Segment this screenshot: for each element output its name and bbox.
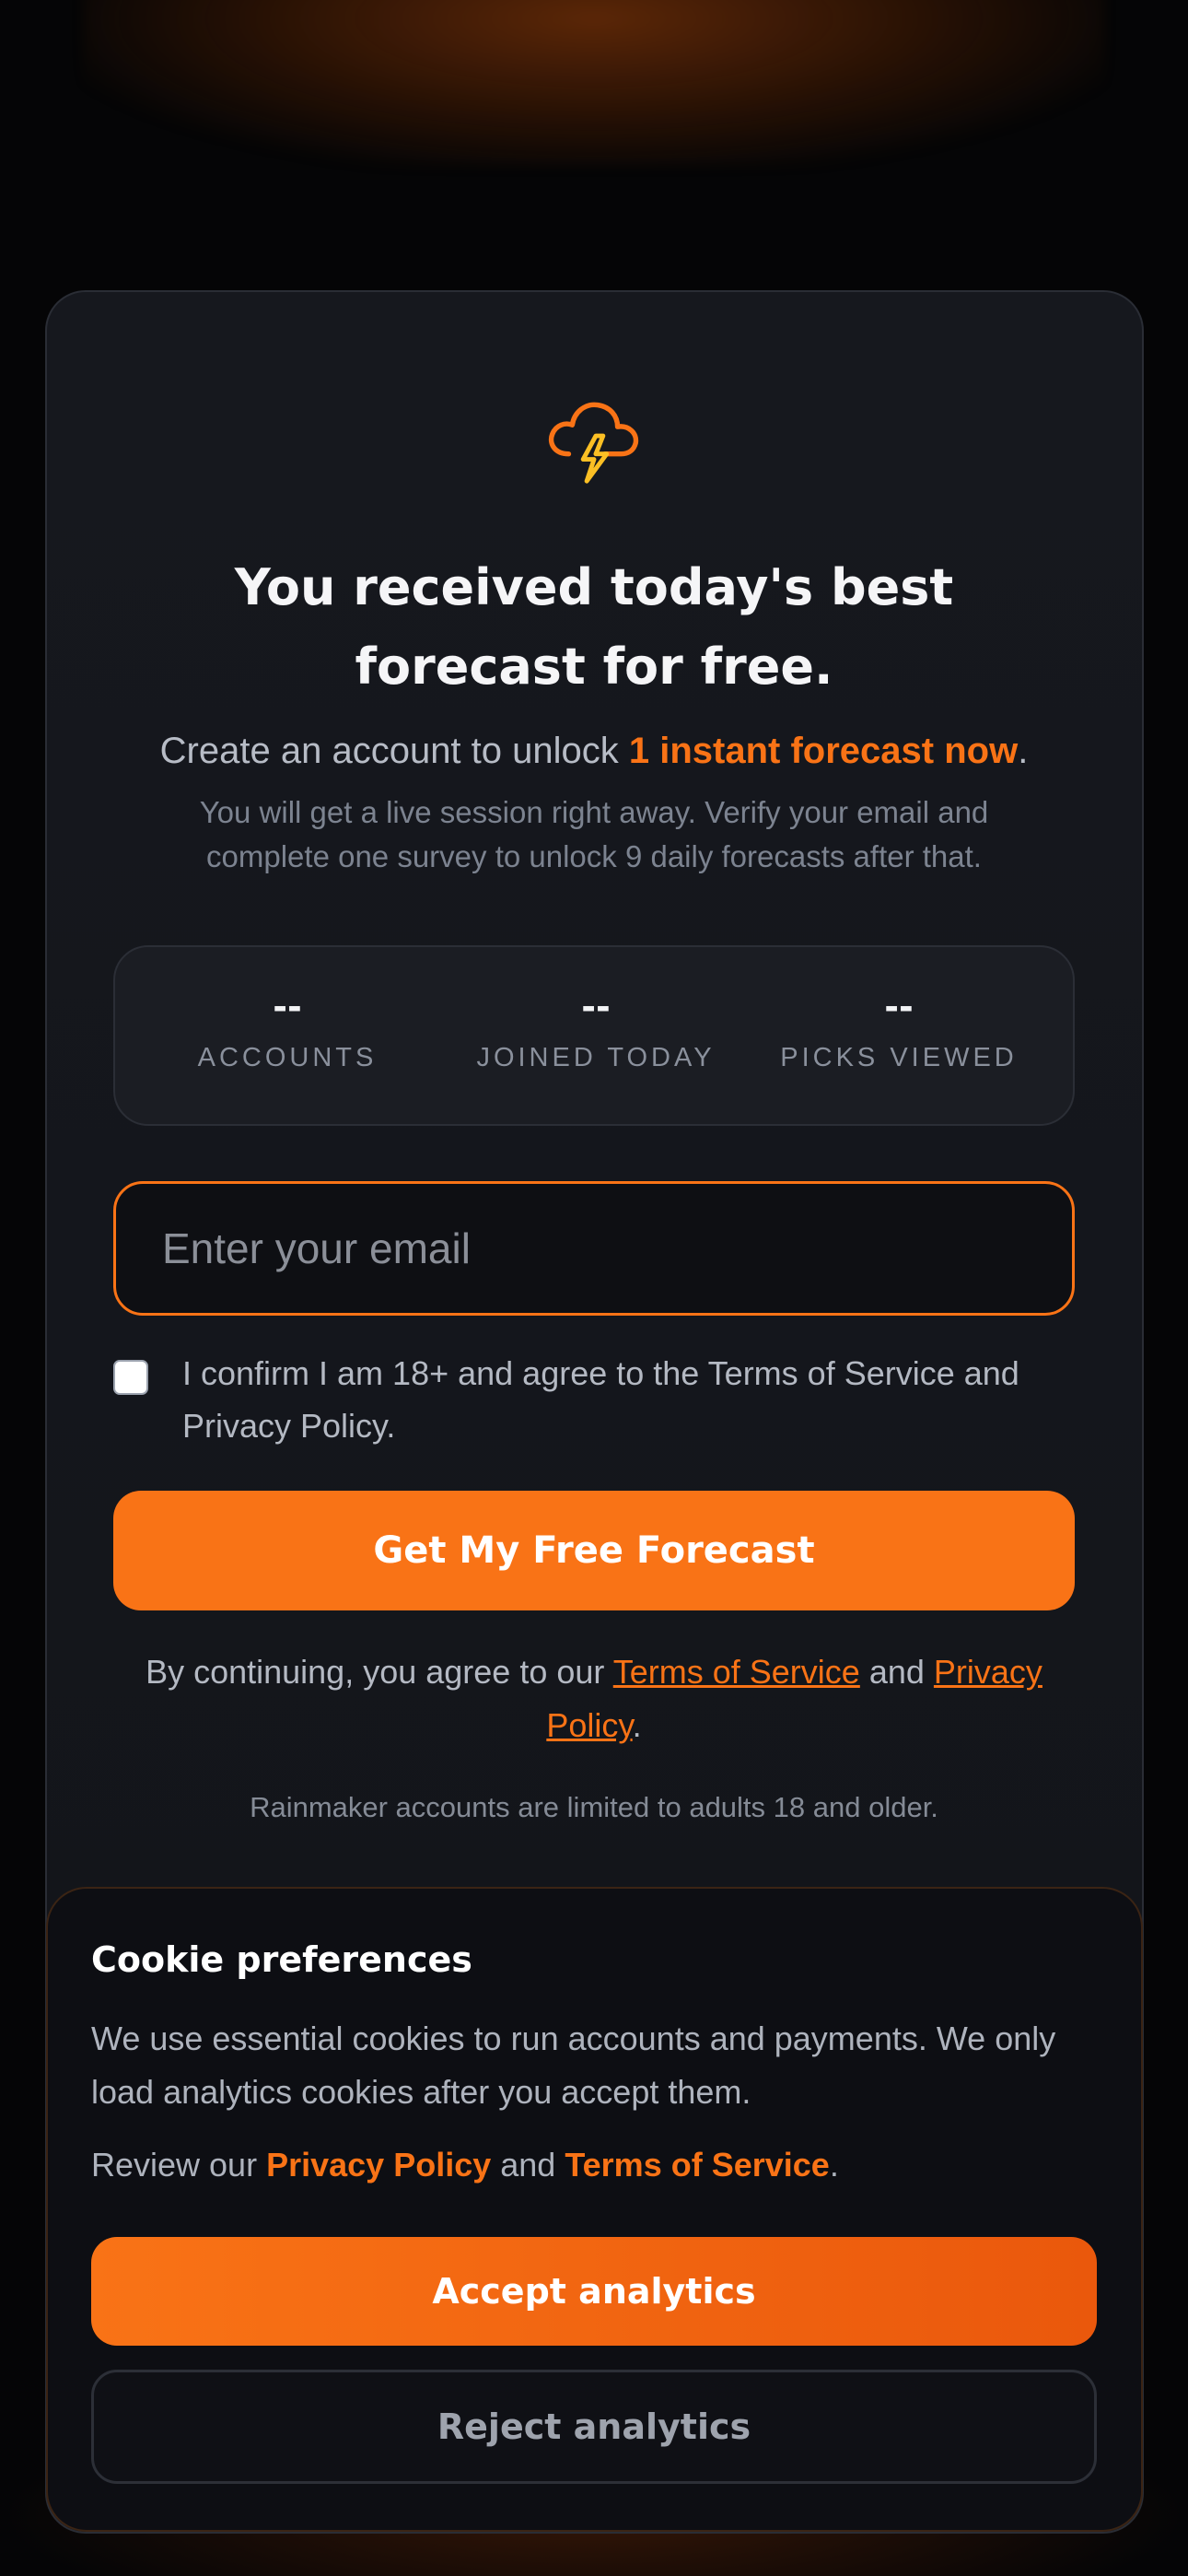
stat-accounts: -- ACCOUNTS <box>135 947 439 1073</box>
legal-middle: and <box>859 1653 934 1691</box>
subheadline: Create an account to unlock 1 instant fo… <box>92 728 1096 774</box>
storm-cloud-lightning-icon <box>548 402 639 484</box>
cookie-review-suffix: . <box>829 2146 839 2184</box>
subhead-suffix: . <box>1018 731 1029 771</box>
cookie-banner-title: Cookie preferences <box>91 1939 472 1980</box>
legal-notice: By continuing, you agree to our Terms of… <box>129 1645 1059 1752</box>
subnote: You will get a live session right away. … <box>199 795 989 873</box>
cookie-review-links: Review our Privacy Policy and Terms of S… <box>91 2142 1077 2188</box>
page-title: You received today's best forecast for f… <box>234 558 954 696</box>
age-consent-label: I confirm I am 18+ and agree to the Term… <box>182 1354 1019 1445</box>
subhead-highlight: 1 instant forecast now <box>628 731 1019 771</box>
cookie-banner-text: We use essential cookies to run accounts… <box>91 2020 1056 2111</box>
legal-suffix: . <box>632 1706 642 1744</box>
stat-label: ACCOUNTS <box>197 1043 378 1072</box>
stat-label: PICKS VIEWED <box>780 1043 1018 1072</box>
stat-joined-today: -- JOINED TODAY <box>444 947 748 1073</box>
reject-analytics-button[interactable]: Reject analytics <box>91 2370 1097 2484</box>
email-field[interactable] <box>113 1181 1075 1316</box>
age-restriction-note: Rainmaker accounts are limited to adults… <box>250 1791 938 1823</box>
top-glow <box>83 0 1105 166</box>
subhead-prefix: Create an account to unlock <box>159 731 629 771</box>
legal-prefix: By continuing, you agree to our <box>146 1653 613 1691</box>
cookie-review-middle: and <box>491 2146 565 2184</box>
stat-label: JOINED TODAY <box>476 1043 716 1072</box>
get-forecast-button[interactable]: Get My Free Forecast <box>113 1491 1075 1610</box>
cookie-review-prefix: Review our <box>91 2146 267 2184</box>
stats-panel: -- ACCOUNTS -- JOINED TODAY -- PICKS VIE… <box>113 945 1075 1126</box>
stat-value: -- <box>884 987 914 1027</box>
cookie-terms-of-service-link[interactable]: Terms of Service <box>565 2146 829 2184</box>
age-consent-checkbox[interactable] <box>113 1360 148 1395</box>
stat-picks-viewed: -- PICKS VIEWED <box>747 947 1051 1073</box>
cookie-privacy-policy-link[interactable]: Privacy Policy <box>266 2146 491 2184</box>
stat-value: -- <box>273 987 302 1027</box>
stat-value: -- <box>581 987 611 1027</box>
accept-analytics-button[interactable]: Accept analytics <box>91 2237 1097 2346</box>
terms-of-service-link[interactable]: Terms of Service <box>613 1653 860 1691</box>
page: You received today's best forecast for f… <box>0 0 1188 2576</box>
